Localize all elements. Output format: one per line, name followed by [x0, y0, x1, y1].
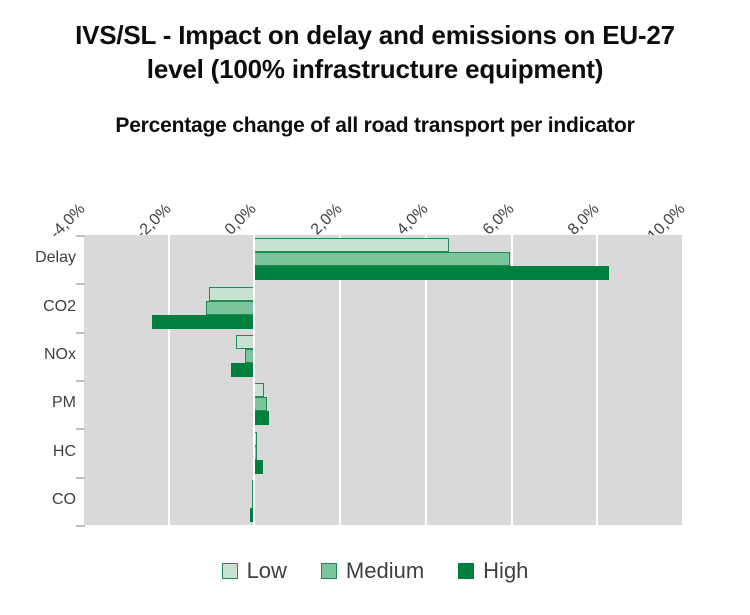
legend-swatch-low-icon — [221, 563, 238, 579]
legend-label-low: Low — [246, 558, 287, 583]
bar-nox-high — [231, 362, 255, 377]
x-axis-tick-labels: -4,0% -2,0% 0,0% 2,0% 4,0% 6,0% 8,0% 10,0% — [0, 0, 750, 245]
gridline — [167, 235, 170, 525]
legend-item-medium[interactable]: Medium — [320, 558, 425, 584]
y-axis-tick — [76, 331, 85, 334]
y-axis-tick — [76, 235, 85, 237]
bar-nox-low — [236, 334, 255, 349]
y-axis-category-label: NOx — [44, 345, 76, 363]
chart-container: IVS/SL - Impact on delay and emissions o… — [0, 0, 750, 615]
bar-pm-high — [254, 411, 270, 426]
y-axis-tick — [76, 428, 85, 431]
y-axis-tick — [76, 476, 85, 479]
bar-delay-medium — [254, 252, 511, 267]
legend-item-high[interactable]: High — [458, 558, 528, 584]
y-axis-tick — [76, 380, 85, 382]
y-axis-category-label: HC — [52, 442, 76, 460]
legend-swatch-high-icon — [458, 563, 475, 579]
y-axis-category-labels: Delay CO2 NOx PM HC CO — [0, 235, 76, 525]
bar-co2-low — [208, 286, 255, 301]
gridline — [682, 235, 684, 525]
y-axis-category-label: Delay — [35, 249, 76, 267]
legend-swatch-medium-icon — [320, 563, 337, 579]
bar-pm-medium — [254, 397, 268, 412]
bar-hc-high — [254, 459, 263, 474]
bar-delay-high — [254, 266, 610, 281]
y-axis-tick — [76, 525, 85, 527]
plot-area — [82, 235, 684, 525]
zero-axis-line — [253, 235, 256, 525]
bar-co2-medium — [205, 300, 255, 315]
bar-delay-low — [254, 238, 450, 253]
legend-label-medium: Medium — [345, 558, 425, 583]
legend-label-high: High — [483, 558, 529, 583]
legend-item-low[interactable]: Low — [221, 558, 287, 584]
y-axis-tick — [76, 283, 85, 286]
bar-pm-low — [254, 383, 265, 398]
y-axis-category-label: CO2 — [43, 297, 76, 315]
bar-co2-high — [152, 314, 255, 329]
chart-legend: Low Medium High — [0, 558, 750, 584]
y-axis-category-label: CO — [52, 490, 76, 508]
y-axis-category-label: PM — [52, 394, 76, 412]
